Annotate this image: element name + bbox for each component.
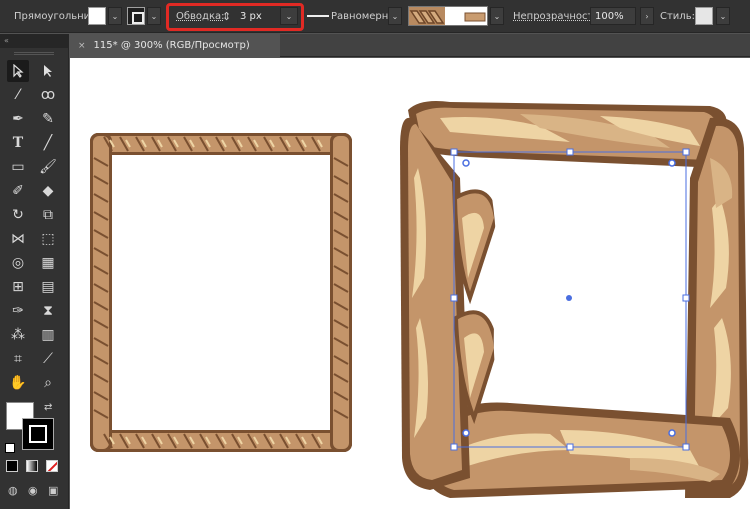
shaper-tool-icon[interactable]: ✐ — [7, 180, 29, 202]
color-mode-button[interactable] — [6, 460, 18, 472]
gradient-mode-button[interactable] — [26, 460, 38, 472]
eyedropper-tool-icon[interactable]: ✑ — [7, 300, 29, 322]
draw-mode-icon[interactable]: ◍ — [8, 484, 18, 497]
opacity-arrow[interactable]: › — [640, 7, 654, 25]
artboard-tool-icon[interactable]: ⌗ — [7, 348, 29, 370]
artboard-canvas[interactable] — [70, 58, 750, 509]
pen-tool-icon[interactable]: ✒ — [7, 108, 29, 130]
stroke-color-dropdown[interactable]: ⌄ — [147, 7, 161, 25]
gradient-tool-icon[interactable]: ▤ — [37, 276, 59, 298]
selection-tool-icon[interactable] — [7, 60, 29, 82]
graphic-style-dropdown[interactable]: ⌄ — [716, 7, 730, 25]
tools-collapse-button[interactable]: « — [0, 34, 68, 48]
blend-tool-icon[interactable]: ⧗ — [37, 300, 59, 322]
graphic-style-swatch[interactable] — [695, 7, 713, 25]
artwork — [90, 101, 749, 498]
opacity-input[interactable]: 100% — [590, 7, 636, 25]
direct-selection-tool-icon[interactable] — [37, 60, 59, 82]
curvature-tool-icon[interactable]: ✎ — [37, 108, 59, 130]
type-tool-icon[interactable]: T — [7, 132, 29, 154]
zoom-tool-icon[interactable]: ⌕ — [37, 372, 59, 394]
fill-dropdown[interactable]: ⌄ — [108, 7, 122, 25]
free-transform-tool-icon[interactable]: ⬚ — [37, 228, 59, 250]
brush-dropdown[interactable]: ⌄ — [490, 7, 504, 25]
document-tab-bar: × 115* @ 300% (RGB/Просмотр) — [70, 34, 750, 57]
symbol-sprayer-tool-icon[interactable]: ⁂ — [7, 324, 29, 346]
swap-colors-icon[interactable]: ⇄ — [44, 402, 52, 413]
shape-builder-tool-icon[interactable]: ◎ — [7, 252, 29, 274]
object-type-label: Прямоугольник — [14, 11, 97, 22]
draw-behind-icon[interactable]: ◉ — [28, 484, 38, 497]
stroke-profile-dropdown[interactable]: ⌄ — [388, 7, 402, 25]
magic-wand-tool-icon[interactable]: ⁄ — [7, 84, 29, 106]
stroke-profile-label[interactable]: Равномерно — [331, 0, 394, 33]
default-colors-icon[interactable] — [5, 443, 15, 453]
stroke-swatch[interactable] — [127, 7, 145, 25]
eraser-tool-icon[interactable]: ◆ — [37, 180, 59, 202]
fill-swatch[interactable] — [88, 7, 106, 25]
hand-tool-icon[interactable]: ✋ — [7, 372, 29, 394]
rotate-tool-icon[interactable]: ↻ — [7, 204, 29, 226]
scale-tool-icon[interactable]: ⧉ — [37, 204, 59, 226]
control-bar: Прямоугольник ⌄ ⌄ Обводка: ⇕ 3 px ⌄ Равн… — [0, 0, 750, 33]
document-tab[interactable]: × 115* @ 300% (RGB/Просмотр) — [70, 34, 280, 57]
stroke-highlight-box — [166, 3, 304, 31]
stroke-profile-line-icon — [307, 15, 329, 17]
illustrator-window: Прямоугольник ⌄ ⌄ Обводка: ⇕ 3 px ⌄ Равн… — [0, 0, 750, 509]
none-mode-button[interactable] — [46, 460, 58, 472]
document-tab-title: 115* @ 300% (RGB/Просмотр) — [93, 40, 250, 51]
paintbrush-tool-icon[interactable]: 🖌 — [37, 156, 59, 178]
lasso-tool-icon[interactable]: ꝏ — [37, 84, 59, 106]
screen-mode-icon[interactable]: ▣ — [48, 484, 58, 497]
rectangle-tool-icon[interactable]: ▭ — [7, 156, 29, 178]
column-graph-tool-icon[interactable]: ▥ — [37, 324, 59, 346]
style-label: Стиль: — [660, 11, 695, 22]
mesh-tool-icon[interactable]: ⊞ — [7, 276, 29, 298]
slice-tool-icon[interactable]: ⟋ — [37, 348, 59, 370]
small-rope-frame[interactable] — [90, 133, 352, 452]
tab-close-button[interactable]: × — [78, 41, 86, 51]
stroke-color-box[interactable] — [22, 418, 54, 450]
tools-grip — [14, 52, 54, 55]
line-segment-tool-icon[interactable]: ╱ — [37, 132, 59, 154]
perspective-grid-tool-icon[interactable]: ▦ — [37, 252, 59, 274]
width-tool-icon[interactable]: ⋈ — [7, 228, 29, 250]
tools-panel: « ⁄ ꝏ ✒ ✎ T ╱ ▭ 🖌 ✐ ◆ ↻ ⧉ ⋈ ⬚ ◎ ▦ ⊞ ▤ ✑ … — [0, 34, 69, 509]
brush-definition-preview[interactable] — [408, 6, 488, 26]
